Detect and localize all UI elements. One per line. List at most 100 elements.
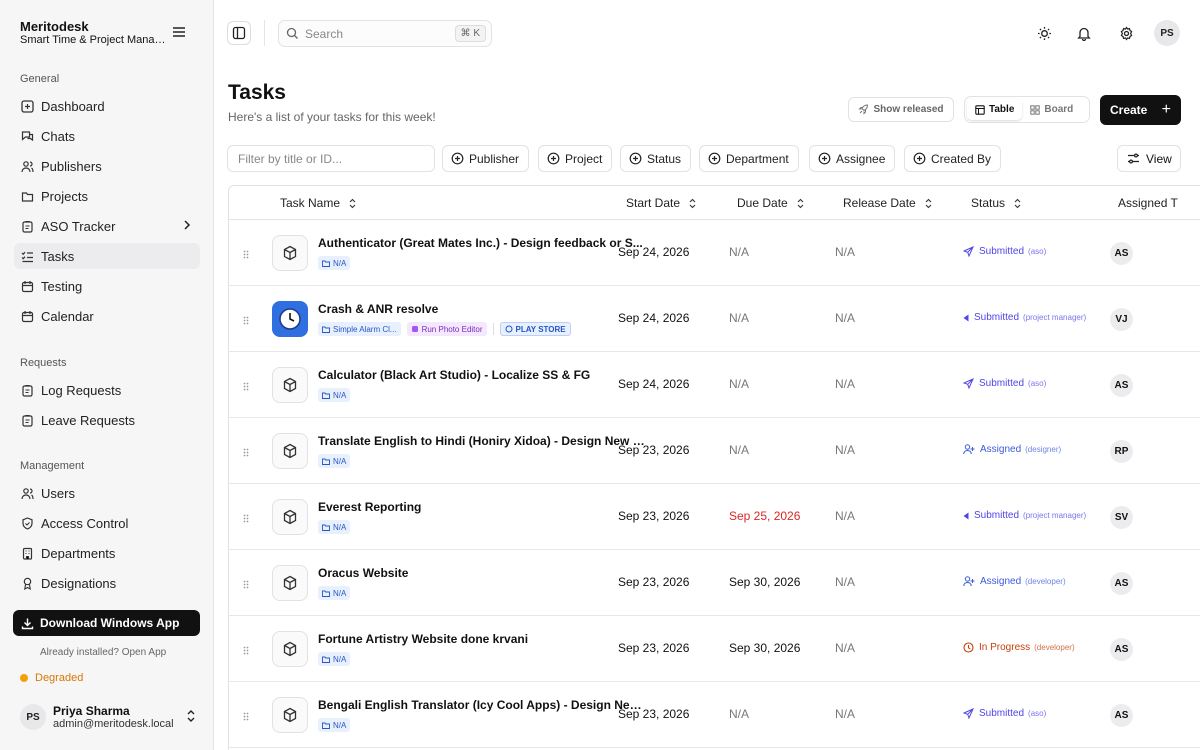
assignee-avatar[interactable]: SV	[1110, 506, 1133, 529]
drag-handle-icon[interactable]	[243, 247, 249, 262]
tag-label: N/A	[333, 588, 347, 598]
list-check-icon	[20, 249, 34, 263]
download-windows-app-button[interactable]: Download Windows App	[13, 610, 200, 636]
due-date: Sep 25, 2026	[729, 509, 801, 523]
table-row[interactable]: Translate English to Hindi (Honiry Xidoa…	[229, 418, 1200, 484]
task-title[interactable]: Bengali English Translator (Icy Cool App…	[318, 698, 650, 712]
filter-publisher[interactable]: Publisher	[442, 145, 530, 172]
assignee-avatar[interactable]: AS	[1110, 638, 1133, 661]
hamburger-menu-icon[interactable]	[172, 26, 188, 40]
column-header-status[interactable]: Status	[971, 196, 1022, 210]
filter-status[interactable]: Status	[620, 145, 692, 172]
table-row[interactable]: Crash & ANR resolve Simple Alarm Cl... R…	[229, 286, 1200, 352]
create-label: Create	[1110, 103, 1148, 117]
sliders-icon	[1128, 153, 1139, 164]
send-icon	[963, 314, 969, 321]
release-date: N/A	[835, 707, 856, 721]
sidebar-item-departments[interactable]: Departments	[14, 540, 200, 566]
sidebar-item-chats[interactable]: Chats	[14, 123, 200, 149]
table-row[interactable]: Authenticator (Great Mates Inc.) - Desig…	[229, 220, 1200, 286]
table-row[interactable]: Everest Reporting N/A Sep 23, 2026 Sep 2…	[229, 484, 1200, 550]
task-title[interactable]: Authenticator (Great Mates Inc.) - Desig…	[318, 236, 650, 250]
drag-handle-icon[interactable]	[243, 511, 249, 526]
filter-department[interactable]: Department	[699, 145, 799, 172]
sidebar-item-users[interactable]: Users	[14, 480, 200, 506]
column-header-assigned-to[interactable]: Assigned T	[1118, 196, 1178, 210]
assignee-avatar[interactable]: RP	[1110, 440, 1133, 463]
brand[interactable]: Meritodesk Smart Time & Project Manageme…	[20, 20, 170, 47]
sidebar-item-testing[interactable]: Testing	[14, 273, 200, 299]
sidebar-item-access-control[interactable]: Access Control	[14, 510, 200, 536]
column-header-task-name[interactable]: Task Name	[280, 196, 357, 210]
status-badge[interactable]: Submitted (aso)	[963, 246, 1046, 257]
sidebar-item-leave-requests[interactable]: Leave Requests	[14, 407, 200, 433]
sidebar-item-calendar[interactable]: Calendar	[14, 303, 200, 329]
start-date: Sep 24, 2026	[618, 377, 690, 391]
status-badge[interactable]: Submitted (project manager)	[963, 312, 1086, 323]
download-icon	[21, 618, 34, 629]
drag-handle-icon[interactable]	[243, 445, 249, 460]
drag-handle-icon[interactable]	[243, 313, 249, 328]
status-badge[interactable]: Submitted (aso)	[963, 708, 1046, 719]
status-badge[interactable]: Assigned (designer)	[963, 444, 1061, 455]
column-header-due-date[interactable]: Due Date	[737, 196, 805, 210]
status-badge[interactable]: Assigned (developer)	[963, 576, 1066, 587]
assignee-avatar[interactable]: AS	[1110, 242, 1133, 265]
status-badge[interactable]: Submitted (aso)	[963, 378, 1046, 389]
table-row[interactable]: Calculator (Black Art Studio) - Localize…	[229, 352, 1200, 418]
avatar[interactable]: PS	[1154, 20, 1180, 46]
assignee-avatar[interactable]: AS	[1110, 704, 1133, 727]
open-app-link[interactable]: Already installed? Open App	[40, 647, 166, 658]
drag-handle-icon[interactable]	[243, 643, 249, 658]
tab-table[interactable]: Table	[967, 99, 1023, 120]
table-row[interactable]: Oracus Website N/A Sep 23, 2026 Sep 30, …	[229, 550, 1200, 616]
search-input[interactable]: Search ⌘ K	[278, 20, 492, 47]
sidebar-item-publishers[interactable]: Publishers	[14, 153, 200, 179]
drag-handle-icon[interactable]	[243, 577, 249, 592]
start-date: Sep 23, 2026	[618, 509, 690, 523]
project-tag: N/A	[318, 256, 351, 270]
sidebar-toggle-button[interactable]	[227, 21, 251, 45]
release-date: N/A	[835, 575, 856, 589]
filter-input[interactable]	[227, 145, 435, 172]
view-options-button[interactable]: View	[1117, 145, 1181, 172]
filter-assignee[interactable]: Assignee	[809, 145, 896, 172]
task-title[interactable]: Calculator (Black Art Studio) - Localize…	[318, 368, 650, 382]
notifications-button[interactable]	[1072, 21, 1096, 45]
assignee-avatar[interactable]: VJ	[1110, 308, 1133, 331]
sidebar-item-dashboard[interactable]: Dashboard	[14, 93, 200, 119]
status-badge[interactable]: Submitted (project manager)	[963, 510, 1086, 521]
task-title[interactable]: Crash & ANR resolve	[318, 302, 650, 316]
drag-handle-icon[interactable]	[243, 709, 249, 724]
filter-created-by[interactable]: Created By	[904, 145, 1002, 172]
theme-toggle-button[interactable]	[1032, 21, 1056, 45]
task-title[interactable]: Oracus Website	[318, 566, 650, 580]
user-menu[interactable]: PS Priya Sharma admin@meritodesk.local	[20, 700, 196, 734]
column-header-release-date[interactable]: Release Date	[843, 196, 933, 210]
column-header-start-date[interactable]: Start Date	[626, 196, 697, 210]
assignee-avatar[interactable]: AS	[1110, 374, 1133, 397]
start-date: Sep 23, 2026	[618, 641, 690, 655]
filter-project[interactable]: Project	[538, 145, 613, 172]
filter-label: Department	[726, 151, 789, 166]
status-badge[interactable]: In Progress (developer)	[963, 642, 1075, 653]
sidebar-item-tasks[interactable]: Tasks	[14, 243, 200, 269]
sidebar-item-log-requests[interactable]: Log Requests	[14, 377, 200, 403]
task-title[interactable]: Fortune Artistry Website done krvani	[318, 632, 650, 646]
status-text: Submitted	[974, 312, 1020, 323]
table-row[interactable]: Bengali English Translator (Icy Cool App…	[229, 682, 1200, 748]
table-row[interactable]: Fortune Artistry Website done krvani N/A…	[229, 616, 1200, 682]
assignee-avatar[interactable]: AS	[1110, 572, 1133, 595]
drag-handle-icon[interactable]	[243, 379, 249, 394]
create-button[interactable]: Create +	[1100, 95, 1181, 125]
task-title[interactable]: Everest Reporting	[318, 500, 650, 514]
sidebar-item-aso-tracker[interactable]: ASO Tracker	[14, 213, 200, 239]
sidebar-item-projects[interactable]: Projects	[14, 183, 200, 209]
tag-label: PLAY STORE	[515, 324, 566, 334]
sidebar-item-designations[interactable]: Designations	[14, 570, 200, 596]
chat-icon	[20, 129, 34, 143]
show-released-button[interactable]: Show released	[848, 97, 954, 122]
tab-board[interactable]: Board	[1022, 99, 1081, 120]
task-title[interactable]: Translate English to Hindi (Honiry Xidoa…	[318, 434, 650, 448]
settings-button[interactable]	[1114, 21, 1138, 45]
